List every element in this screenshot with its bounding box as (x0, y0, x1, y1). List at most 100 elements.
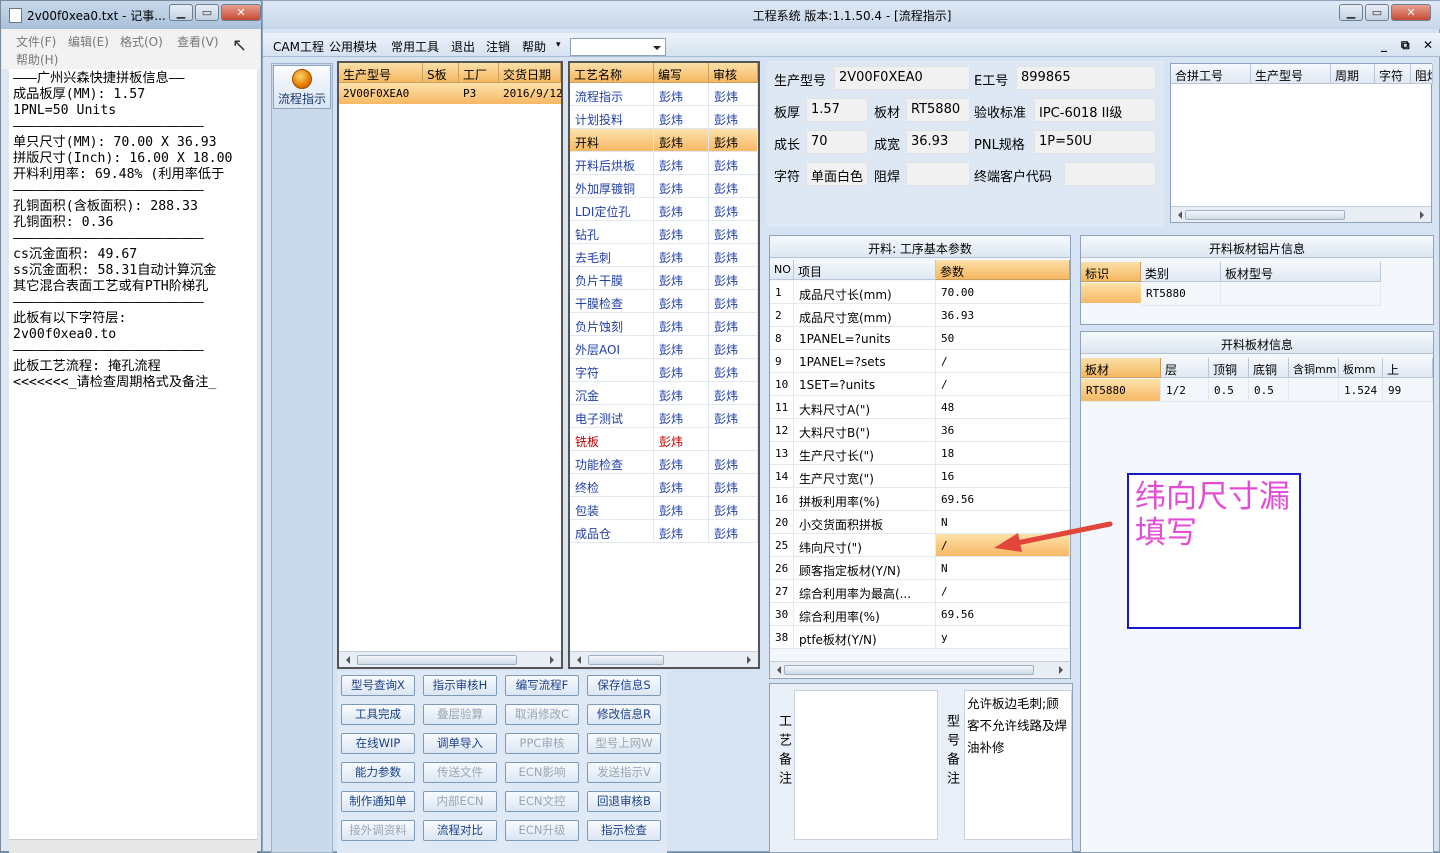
param-item-cell[interactable]: 综合利用率为最高(... (794, 580, 936, 603)
col-header[interactable]: 含铜mm (1289, 358, 1339, 378)
action-button[interactable]: PPC审核 (505, 733, 579, 754)
action-button[interactable]: 能力参数 (341, 762, 415, 783)
author-cell[interactable]: 彭炜 (654, 405, 709, 428)
param-item-cell[interactable]: 顾客指定板材(Y/N) (794, 557, 936, 580)
mdi-close-icon[interactable]: ✕ (1423, 38, 1433, 52)
model-grid-scrollbar[interactable] (339, 651, 561, 667)
notepad-horizontal-scrollbar[interactable] (9, 839, 257, 853)
action-button[interactable]: 型号查询X (341, 675, 415, 696)
width-field[interactable]: 36.93 (906, 130, 970, 154)
param-no-cell[interactable]: 27 (770, 580, 794, 603)
process-name-cell[interactable]: 铣板 (570, 428, 654, 451)
col-header[interactable]: 合拼工号 (1171, 64, 1251, 84)
material-field[interactable]: RT5880 (906, 98, 970, 122)
col-header[interactable]: 阻焊 (1411, 64, 1433, 84)
col-header[interactable]: 交货日期 (499, 63, 561, 83)
cell[interactable]: 0.5 (1209, 379, 1249, 402)
col-header[interactable]: 板材型号 (1221, 262, 1381, 282)
close-icon[interactable]: ✕ (221, 4, 261, 21)
maximize-icon[interactable]: ▭ (195, 4, 219, 21)
author-cell[interactable]: 彭炜 (654, 83, 709, 106)
col-header[interactable]: 板材 (1081, 358, 1161, 378)
author-cell[interactable]: 彭炜 (654, 336, 709, 359)
menu-help[interactable]: 帮助(H) (16, 51, 58, 68)
process-name-cell[interactable]: 计划投料 (570, 106, 654, 129)
param-item-cell[interactable]: 1SET=?units (794, 373, 936, 396)
author-cell[interactable]: 彭炜 (654, 520, 709, 543)
process-name-cell[interactable]: 负片蚀刻 (570, 313, 654, 336)
process-name-cell[interactable]: 开料后烘板 (570, 152, 654, 175)
table-row[interactable]: 2V00F0XEA0 P3 2016/9/12 (339, 83, 563, 104)
author-cell[interactable]: 彭炜 (654, 221, 709, 244)
process-grid[interactable]: 工艺名称 编写 审核 流程指示 彭炜 彭炜 计划投料 彭炜 彭炜 开料 彭炜 彭炜 开料后烘板 彭炜… (568, 61, 760, 669)
process-name-cell[interactable]: 负片干膜 (570, 267, 654, 290)
param-item-cell[interactable]: 生产尺寸长(") (794, 442, 936, 465)
reviewer-cell[interactable]: 彭炜 (709, 474, 758, 497)
action-button[interactable]: 制作通知单 (341, 791, 415, 812)
action-button[interactable]: 工具完成 (341, 704, 415, 725)
col-header[interactable]: 审核 (709, 63, 758, 83)
action-button[interactable]: 在线WIP (341, 733, 415, 754)
reviewer-cell[interactable]: 彭炜 (709, 405, 758, 428)
param-value-cell[interactable]: N (936, 557, 1070, 580)
action-button[interactable]: 保存信息S (587, 675, 661, 696)
action-button[interactable]: 回退审核B (587, 791, 661, 812)
col-header[interactable]: 标识 (1081, 262, 1141, 282)
menu-exit[interactable]: 退出 (451, 38, 475, 55)
toolbar-combo[interactable] (570, 38, 666, 56)
combine-grid-scrollbar[interactable] (1171, 206, 1431, 222)
param-item-cell[interactable]: 1PANEL=?sets (794, 350, 936, 373)
param-no-cell[interactable]: 2 (770, 304, 794, 327)
param-no-cell[interactable]: 38 (770, 626, 794, 649)
reviewer-cell[interactable] (709, 428, 758, 451)
process-name-cell[interactable]: 钻孔 (570, 221, 654, 244)
process-note-field[interactable] (794, 690, 938, 840)
author-cell[interactable]: 彭炜 (654, 428, 709, 451)
pnl-field[interactable]: 1P=50U (1034, 130, 1156, 154)
reviewer-cell[interactable]: 彭炜 (709, 152, 758, 175)
reviewer-cell[interactable]: 彭炜 (709, 359, 758, 382)
param-item-cell[interactable]: 大料尺寸B(") (794, 419, 936, 442)
action-button[interactable]: 内部ECN (423, 791, 497, 812)
process-name-cell[interactable]: 电子测试 (570, 405, 654, 428)
col-header[interactable]: 生产型号 (339, 63, 423, 83)
process-name-cell[interactable]: 开料 (570, 129, 654, 152)
param-no-cell[interactable]: 1 (770, 281, 794, 304)
col-header[interactable]: 板mm (1339, 358, 1383, 378)
cell[interactable]: RT5880 (1141, 283, 1221, 306)
menu-logout[interactable]: 注销 (486, 38, 510, 55)
author-cell[interactable]: 彭炜 (654, 359, 709, 382)
param-value-cell[interactable]: 18 (936, 442, 1070, 465)
param-item-cell[interactable]: 综合利用率(%) (794, 603, 936, 626)
param-value-cell[interactable]: 70.00 (936, 281, 1070, 304)
customer-code-field[interactable] (1064, 162, 1156, 186)
action-button[interactable]: 流程对比 (423, 820, 497, 841)
action-button[interactable]: 发送指示V (587, 762, 661, 783)
col-header[interactable]: 字符 (1375, 64, 1411, 84)
length-field[interactable]: 70 (806, 130, 868, 154)
action-button[interactable]: 传送文件 (423, 762, 497, 783)
action-button[interactable]: 叠层验算 (423, 704, 497, 725)
col-header[interactable]: 类别 (1141, 262, 1221, 282)
combine-grid[interactable]: 合拼工号 生产型号 周期 字符 阻焊 (1170, 63, 1433, 223)
process-name-cell[interactable]: 字符 (570, 359, 654, 382)
param-value-cell[interactable]: 50 (936, 327, 1070, 350)
menu-cam[interactable]: CAM工程 (273, 38, 324, 55)
col-header[interactable]: 参数 (936, 260, 1070, 280)
param-value-cell[interactable]: 69.56 (936, 488, 1070, 511)
param-no-cell[interactable]: 10 (770, 373, 794, 396)
col-header[interactable]: 周期 (1331, 64, 1375, 84)
author-cell[interactable]: 彭炜 (654, 290, 709, 313)
param-no-cell[interactable]: 26 (770, 557, 794, 580)
action-button[interactable]: 调单导入 (423, 733, 497, 754)
author-cell[interactable]: 彭炜 (654, 129, 709, 152)
action-button[interactable]: ECN升级 (505, 820, 579, 841)
cell[interactable]: 1.524 (1339, 379, 1383, 402)
param-no-cell[interactable]: 12 (770, 419, 794, 442)
author-cell[interactable]: 彭炜 (654, 474, 709, 497)
menu-file[interactable]: 文件(F) (16, 33, 56, 50)
chevron-down-icon[interactable]: ▾ (556, 40, 561, 50)
param-value-cell[interactable]: 36 (936, 419, 1070, 442)
param-value-cell[interactable]: 16 (936, 465, 1070, 488)
process-name-cell[interactable]: 成品仓 (570, 520, 654, 543)
